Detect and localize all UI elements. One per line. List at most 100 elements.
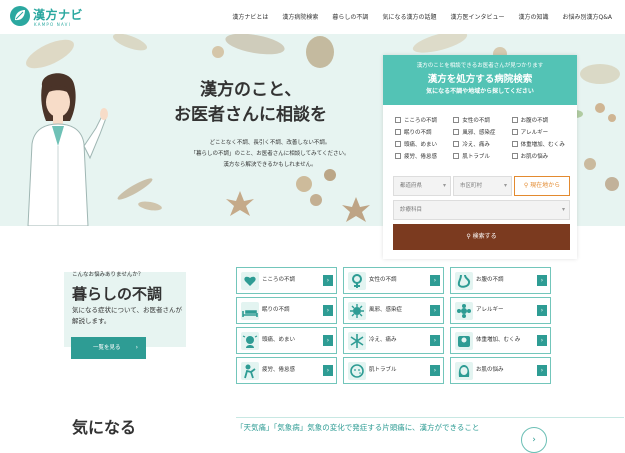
check-allergy[interactable]: アレルギー [511,127,570,136]
category-weight[interactable]: 体重増加、むくみ › [450,327,551,354]
check-label: 風邪、感染症 [462,129,496,136]
department-select[interactable]: 診療科目 ▾ [393,200,570,220]
check-label: お肌の悩み [520,153,549,160]
checkbox[interactable] [511,128,518,135]
scale-icon [455,332,473,350]
checkbox[interactable] [453,128,460,135]
category-skin-worry[interactable]: お肌の悩み › [450,357,551,384]
nav-hospital-search[interactable]: 漢方病院検索 [275,12,325,21]
chevron-right-icon: › [430,335,440,346]
logo-leaf-icon [10,6,30,26]
category-women[interactable]: 女性の不調 › [343,267,444,294]
category-sleep[interactable]: 眠りの不調 › [236,297,337,324]
category-label: 頭痛、めまい [262,337,296,343]
nav-troubles[interactable]: 暮らしの不調 [325,12,375,21]
check-skin-worry[interactable]: お肌の悩み [511,151,570,160]
checkbox[interactable] [453,140,460,147]
category-headache[interactable]: 頭痛、めまい › [236,327,337,354]
department-placeholder: 診療科目 [400,207,423,213]
check-headache[interactable]: 頭痛、めまい [395,139,453,148]
check-label: 頭痛、めまい [404,141,438,148]
chevron-right-icon: › [430,365,440,376]
category-label: こころの不調 [262,277,296,283]
check-sleep[interactable]: 眠りの不調 [395,127,453,136]
tired-person-icon [241,362,259,380]
category-cold[interactable]: 風邪、感染症 › [343,297,444,324]
current-location-button[interactable]: ⚲ 現在地から [514,176,570,196]
checkbox[interactable] [511,116,518,123]
hero-description: どことなく不調、長引く不調、改善しない不調。 「暮らしの不調」のこと、お医者さん… [180,138,360,171]
nav-about[interactable]: 漢方ナビとは [225,12,275,21]
category-stomach[interactable]: お腹の不調 › [450,267,551,294]
bed-icon [241,302,259,320]
nav-interview[interactable]: 漢方医インタビュー [443,12,511,21]
doctor-illustration [27,73,108,226]
check-label: お腹の不調 [520,117,549,124]
location-pin-icon: ⚲ [523,182,529,189]
check-mind[interactable]: こころの不調 [395,115,453,124]
checkbox[interactable] [453,152,460,159]
check-stomach[interactable]: お腹の不調 [511,115,570,124]
category-label: アレルギー [476,307,504,313]
check-weight[interactable]: 体重増加、むくみ [511,139,570,148]
stomach-icon [455,272,473,290]
site-header: 漢方ナビ KAMPO NAVI 漢方ナビとは 漢方病院検索 暮らしの不調 気にな… [0,0,625,34]
chevron-down-icon: ▾ [442,182,446,189]
prefecture-select[interactable]: 都道府県 ▾ [393,176,451,196]
chevron-right-icon: › [537,275,547,286]
chevron-right-icon: › [323,335,333,346]
chevron-right-icon: › [537,335,547,346]
view-list-button[interactable]: 一覧を見る › [71,337,146,359]
checkbox[interactable] [453,116,460,123]
nav-topics[interactable]: 気になる漢方の話題 [375,12,443,21]
view-list-label: 一覧を見る [93,345,121,351]
check-label: 体重増加、むくみ [520,141,565,148]
snowflake-icon [348,332,366,350]
logo-subtitle: KAMPO NAVI [34,22,71,27]
checkbox[interactable] [511,152,518,159]
hero-title-line2: お医者さんに相談を [174,105,327,125]
checkbox[interactable] [395,152,401,159]
pollen-icon [455,302,473,320]
check-cold[interactable]: 風邪、感染症 [453,127,511,136]
search-icon: ⚲ [466,233,471,240]
search-subtitle: 気になる不調や地域から探してください [426,88,534,95]
category-mind[interactable]: こころの不調 › [236,267,337,294]
prefecture-placeholder: 都道府県 [400,183,423,189]
category-fatigue[interactable]: 疲労、倦怠感 › [236,357,337,384]
category-label: 女性の不調 [369,277,397,283]
check-skin-trouble[interactable]: 肌トラブル [453,151,511,160]
arrow-right-icon: › [135,344,138,351]
check-label: 女性の不調 [462,117,490,124]
hospital-search-panel: 漢方のことを相談できるお医者さんが見つかります 漢方を処方する病院検索 気になる… [383,55,577,259]
checkbox[interactable] [395,140,401,147]
category-label: お腹の不調 [476,277,504,283]
city-select[interactable]: 市区町村 ▾ [453,176,512,196]
search-header: 漢方のことを相談できるお医者さんが見つかります 漢方を処方する病院検索 気になる… [383,55,577,105]
trouble-lead: こんなお悩みありませんか？ [72,272,144,278]
topic-headline[interactable]: 「天気痛」「気象病」気象の変化で発症する片頭痛に、漢方ができること [236,422,479,433]
category-allergy[interactable]: アレルギー › [450,297,551,324]
checkbox[interactable] [511,140,518,147]
symptom-checkboxes: こころの不調 女性の不調 お腹の不調 眠りの不調 風邪、感染症 アレルギー 頭痛… [395,115,570,160]
check-label: アレルギー [520,129,549,136]
logo[interactable]: 漢方ナビ KAMPO NAVI [9,5,89,31]
logo-title: 漢方ナビ [33,8,84,22]
search-button[interactable]: ⚲ 検索する [393,224,570,250]
face-icon [348,362,366,380]
category-chill[interactable]: 冷え、痛み › [343,327,444,354]
checkbox[interactable] [395,116,401,123]
checkbox[interactable] [395,128,401,135]
search-lead: 漢方のことを相談できるお医者さんが見つかります [416,63,544,69]
nav-knowledge[interactable]: 漢方の知識 [511,12,555,21]
category-skin-trouble[interactable]: 肌トラブル › [343,357,444,384]
check-fatigue[interactable]: 疲労、倦怠感 [395,151,453,160]
next-arrow-button[interactable]: › [521,427,547,453]
trouble-title: 暮らしの不調 [72,285,163,303]
check-women[interactable]: 女性の不調 [453,115,511,124]
nav-qa[interactable]: お悩み別漢方Q&A [555,12,619,21]
check-chill[interactable]: 冷え、痛み [453,139,511,148]
hero-desc-line: 漢方なら解決できるかもしれません。 [223,162,317,168]
category-label: 体重増加、むくみ [476,337,521,343]
chevron-down-icon: ▾ [561,206,565,213]
